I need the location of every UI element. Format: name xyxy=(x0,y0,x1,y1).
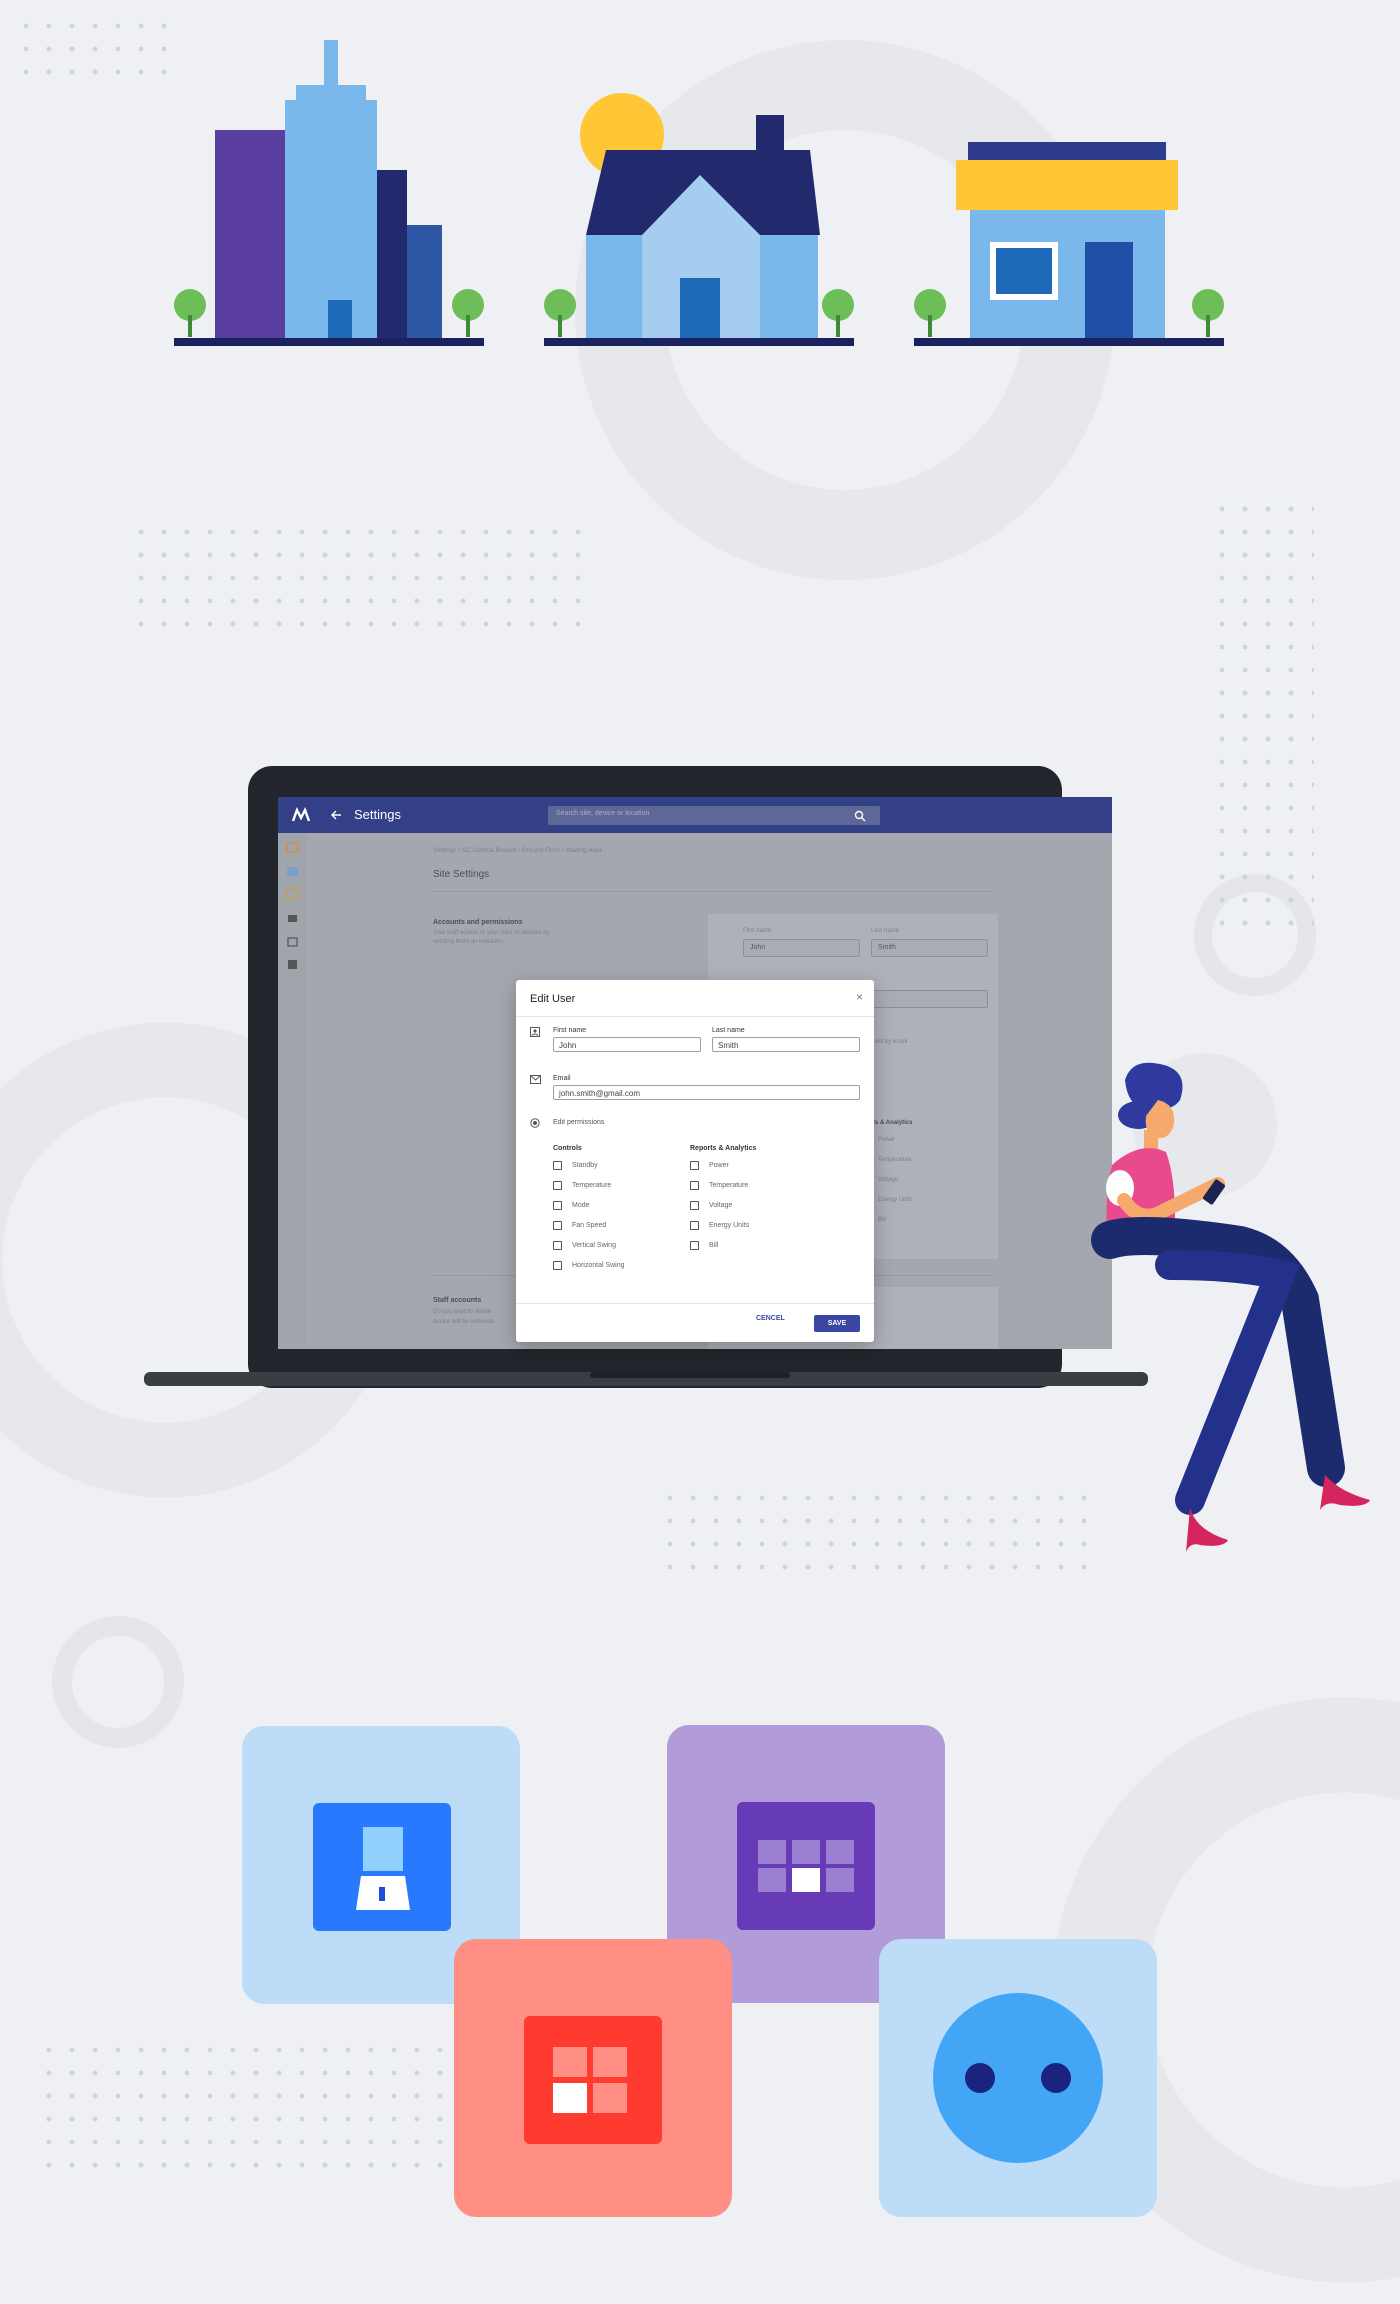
checkbox-bill[interactable] xyxy=(690,1241,699,1250)
device-tiles xyxy=(242,1725,1157,2217)
home-icon xyxy=(286,842,299,853)
checkbox-fan-speed[interactable] xyxy=(553,1221,562,1230)
checkbox-energy-units[interactable] xyxy=(690,1221,699,1230)
staff-description: Do you want to delete xyxy=(433,1309,492,1315)
wall-switch-icon xyxy=(454,1939,732,2217)
cancel-button[interactable]: CENCEL xyxy=(756,1315,785,1322)
checkbox-power[interactable] xyxy=(690,1161,699,1170)
accounts-description: Give staff access to your sites or devic… xyxy=(433,930,550,936)
breadcrumb: Settings / SC Central Branch / Ground Fl… xyxy=(433,847,602,854)
bg-last-name-field[interactable]: Smith xyxy=(871,939,988,957)
checkbox-temperature[interactable] xyxy=(553,1181,562,1190)
checkbox-label: Vertical Swing xyxy=(572,1242,616,1249)
document-icon xyxy=(288,960,297,969)
checkbox-voltage[interactable] xyxy=(690,1201,699,1210)
checkbox-label: Temperature xyxy=(572,1182,612,1189)
reports-heading: Reports & Analytics xyxy=(690,1145,757,1152)
permissions-icon xyxy=(530,1118,540,1128)
house-icon xyxy=(544,93,854,346)
checkbox-label: Energy Units xyxy=(709,1222,750,1229)
checkbox-label: Voltage xyxy=(709,1202,733,1209)
last-name-input[interactable]: Smith xyxy=(712,1037,860,1052)
search-icon[interactable] xyxy=(854,810,866,822)
checkbox-label: Fan Speed xyxy=(572,1222,607,1229)
building-illustrations xyxy=(174,40,1224,346)
accounts-heading: Accounts and permissions xyxy=(433,919,523,926)
first-name-label: First name xyxy=(553,1027,587,1034)
bg-report-item: Voltage xyxy=(878,1177,899,1183)
email-label: Email xyxy=(553,1075,571,1082)
woman-with-phone-illustration xyxy=(1091,1062,1370,1552)
email-input[interactable]: john.smith@gmail.com xyxy=(553,1085,860,1100)
checkbox-standby[interactable] xyxy=(553,1161,562,1170)
divider xyxy=(433,891,993,892)
user-icon xyxy=(530,1027,540,1037)
illustration-canvas: Settings Search site, device or location… xyxy=(0,0,1400,2304)
staff-description-2: device will be removed xyxy=(433,1319,494,1325)
back-arrow-icon[interactable] xyxy=(330,809,342,821)
divider xyxy=(516,1303,874,1304)
app-logo-icon xyxy=(291,806,311,822)
calendar-icon xyxy=(287,937,298,947)
search-placeholder: Search site, device or location xyxy=(556,810,650,817)
checkbox-label: Temperature xyxy=(709,1182,749,1189)
shop-icon xyxy=(914,142,1224,346)
bg-report-item: Energy Units xyxy=(878,1197,913,1203)
first-name-input[interactable]: John xyxy=(553,1037,701,1052)
checkbox-vertical-swing[interactable] xyxy=(553,1241,562,1250)
checkbox-horizontal-swing[interactable] xyxy=(553,1261,562,1270)
save-button[interactable]: SAVE xyxy=(814,1315,860,1332)
close-icon[interactable]: × xyxy=(856,990,863,1004)
checkbox-report-temperature[interactable] xyxy=(690,1181,699,1190)
edit-user-dialog: Edit User × First name John Last name Sm… xyxy=(516,980,874,1342)
bg-report-item: Temperature xyxy=(878,1157,912,1163)
search-input[interactable]: Search site, device or location xyxy=(548,806,880,825)
bg-invite-text: ent by email xyxy=(875,1039,908,1045)
checkbox-mode[interactable] xyxy=(553,1201,562,1210)
sidebar xyxy=(278,833,306,1349)
checkbox-label: Power xyxy=(709,1162,729,1169)
app-topbar: Settings Search site, device or location xyxy=(278,797,1112,833)
last-name-label: Last name xyxy=(712,1027,745,1034)
controls-heading: Controls xyxy=(553,1145,582,1152)
bg-email-field[interactable] xyxy=(871,990,988,1008)
checkbox-label: Mode xyxy=(572,1202,590,1209)
sidebar-icons xyxy=(286,842,299,969)
page-title: Site Settings xyxy=(433,869,490,880)
dialog-title: Edit User xyxy=(530,993,576,1005)
dashboard-icon xyxy=(287,867,298,876)
checkbox-label: Horizontal Swing xyxy=(572,1262,625,1269)
staff-heading: Staff accounts xyxy=(433,1297,482,1304)
checkbox-label: Standby xyxy=(572,1162,598,1169)
bg-report-item: Bill xyxy=(878,1217,887,1223)
bg-first-name-field[interactable]: John xyxy=(743,939,860,957)
power-socket-icon xyxy=(879,1939,1157,2217)
edit-permissions-label: Edit permissions xyxy=(553,1119,605,1126)
divider xyxy=(516,1016,874,1017)
bg-last-name-label: Last name xyxy=(871,928,900,934)
bg-first-name-label: First name xyxy=(743,928,772,934)
checkbox-label: Bill xyxy=(709,1242,719,1249)
analytics-icon xyxy=(286,888,299,899)
app-title: Settings xyxy=(354,807,401,822)
mail-icon xyxy=(530,1075,541,1084)
accounts-description-2: sending them an invitation. xyxy=(433,939,505,945)
layers-icon xyxy=(288,915,297,922)
bg-report-item: Power xyxy=(878,1137,896,1143)
office-building-icon xyxy=(174,40,484,346)
